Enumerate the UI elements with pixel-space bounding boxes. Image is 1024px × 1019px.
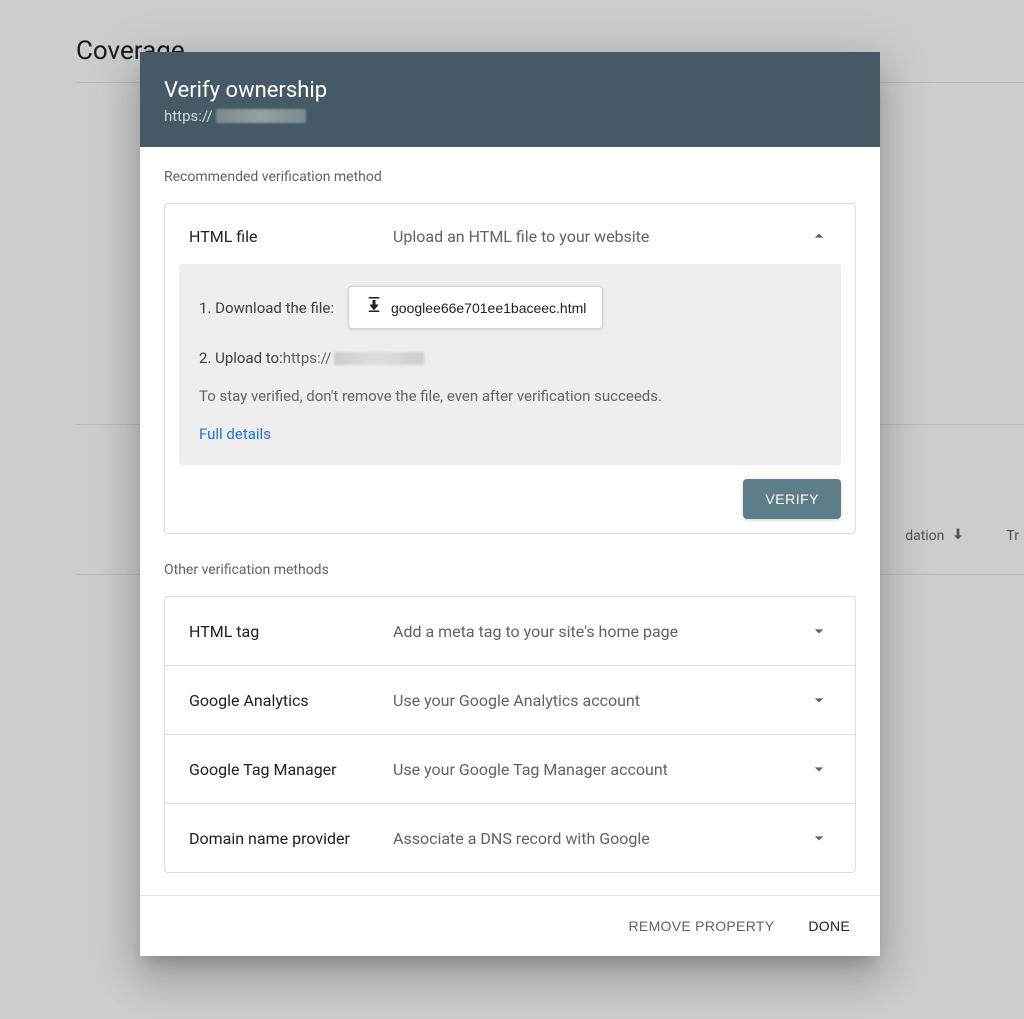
verification-note: To stay verified, don't remove the file,… xyxy=(199,387,821,405)
download-filename: googlee66e701ee1baceec.html xyxy=(391,300,586,316)
done-button[interactable]: DONE xyxy=(806,914,852,938)
download-file-button[interactable]: googlee66e701ee1baceec.html xyxy=(348,286,603,329)
card-actions: VERIFY xyxy=(165,479,855,533)
dialog-title: Verify ownership xyxy=(164,78,856,103)
step-label: 1. Download the file: xyxy=(199,299,334,317)
url-prefix: https:// xyxy=(283,349,332,367)
method-row-domain-name-provider[interactable]: Domain name provider Associate a DNS rec… xyxy=(165,804,855,872)
step-label: 2. Upload to: xyxy=(199,349,283,367)
full-details-link[interactable]: Full details xyxy=(199,425,271,443)
method-header-html-file[interactable]: HTML file Upload an HTML file to your we… xyxy=(165,204,855,264)
other-methods-list: HTML tag Add a meta tag to your site's h… xyxy=(164,596,856,873)
method-description: Add a meta tag to your site's home page xyxy=(393,622,783,641)
method-name: HTML tag xyxy=(189,622,369,641)
verify-button[interactable]: VERIFY xyxy=(743,479,841,519)
step-upload: 2. Upload to: https:// xyxy=(199,349,821,367)
redacted-domain xyxy=(334,352,424,365)
recommended-section-label: Recommended verification method xyxy=(164,169,856,185)
chevron-down-icon xyxy=(807,757,831,781)
dialog-footer: REMOVE PROPERTY DONE xyxy=(140,895,880,956)
method-name: Domain name provider xyxy=(189,829,369,848)
method-name: Google Analytics xyxy=(189,691,369,710)
method-description: Use your Google Tag Manager account xyxy=(393,760,783,779)
dialog-body: Recommended verification method HTML fil… xyxy=(140,147,880,895)
other-methods-label: Other verification methods xyxy=(164,562,856,578)
verify-ownership-dialog: Verify ownership https:// Recommended ve… xyxy=(140,52,880,956)
method-name: Google Tag Manager xyxy=(189,760,369,779)
method-name: HTML file xyxy=(189,227,369,246)
remove-property-button[interactable]: REMOVE PROPERTY xyxy=(627,914,777,938)
method-description: Use your Google Analytics account xyxy=(393,691,783,710)
method-row-html-tag[interactable]: HTML tag Add a meta tag to your site's h… xyxy=(165,597,855,666)
dialog-header: Verify ownership https:// xyxy=(140,52,880,147)
recommended-method-card: HTML file Upload an HTML file to your we… xyxy=(164,203,856,534)
chevron-down-icon xyxy=(807,619,831,643)
download-icon xyxy=(365,297,383,318)
chevron-down-icon xyxy=(807,688,831,712)
redacted-domain xyxy=(216,109,306,123)
chevron-down-icon xyxy=(807,826,831,850)
step-download: 1. Download the file: googlee66e701ee1ba… xyxy=(199,286,821,329)
method-description: Associate a DNS record with Google xyxy=(393,829,783,848)
method-expansion-panel: 1. Download the file: googlee66e701ee1ba… xyxy=(179,264,841,465)
method-row-google-analytics[interactable]: Google Analytics Use your Google Analyti… xyxy=(165,666,855,735)
chevron-up-icon xyxy=(807,224,831,248)
method-row-google-tag-manager[interactable]: Google Tag Manager Use your Google Tag M… xyxy=(165,735,855,804)
url-prefix: https:// xyxy=(164,107,213,125)
dialog-subtitle: https:// xyxy=(164,107,856,125)
method-description: Upload an HTML file to your website xyxy=(393,227,783,246)
